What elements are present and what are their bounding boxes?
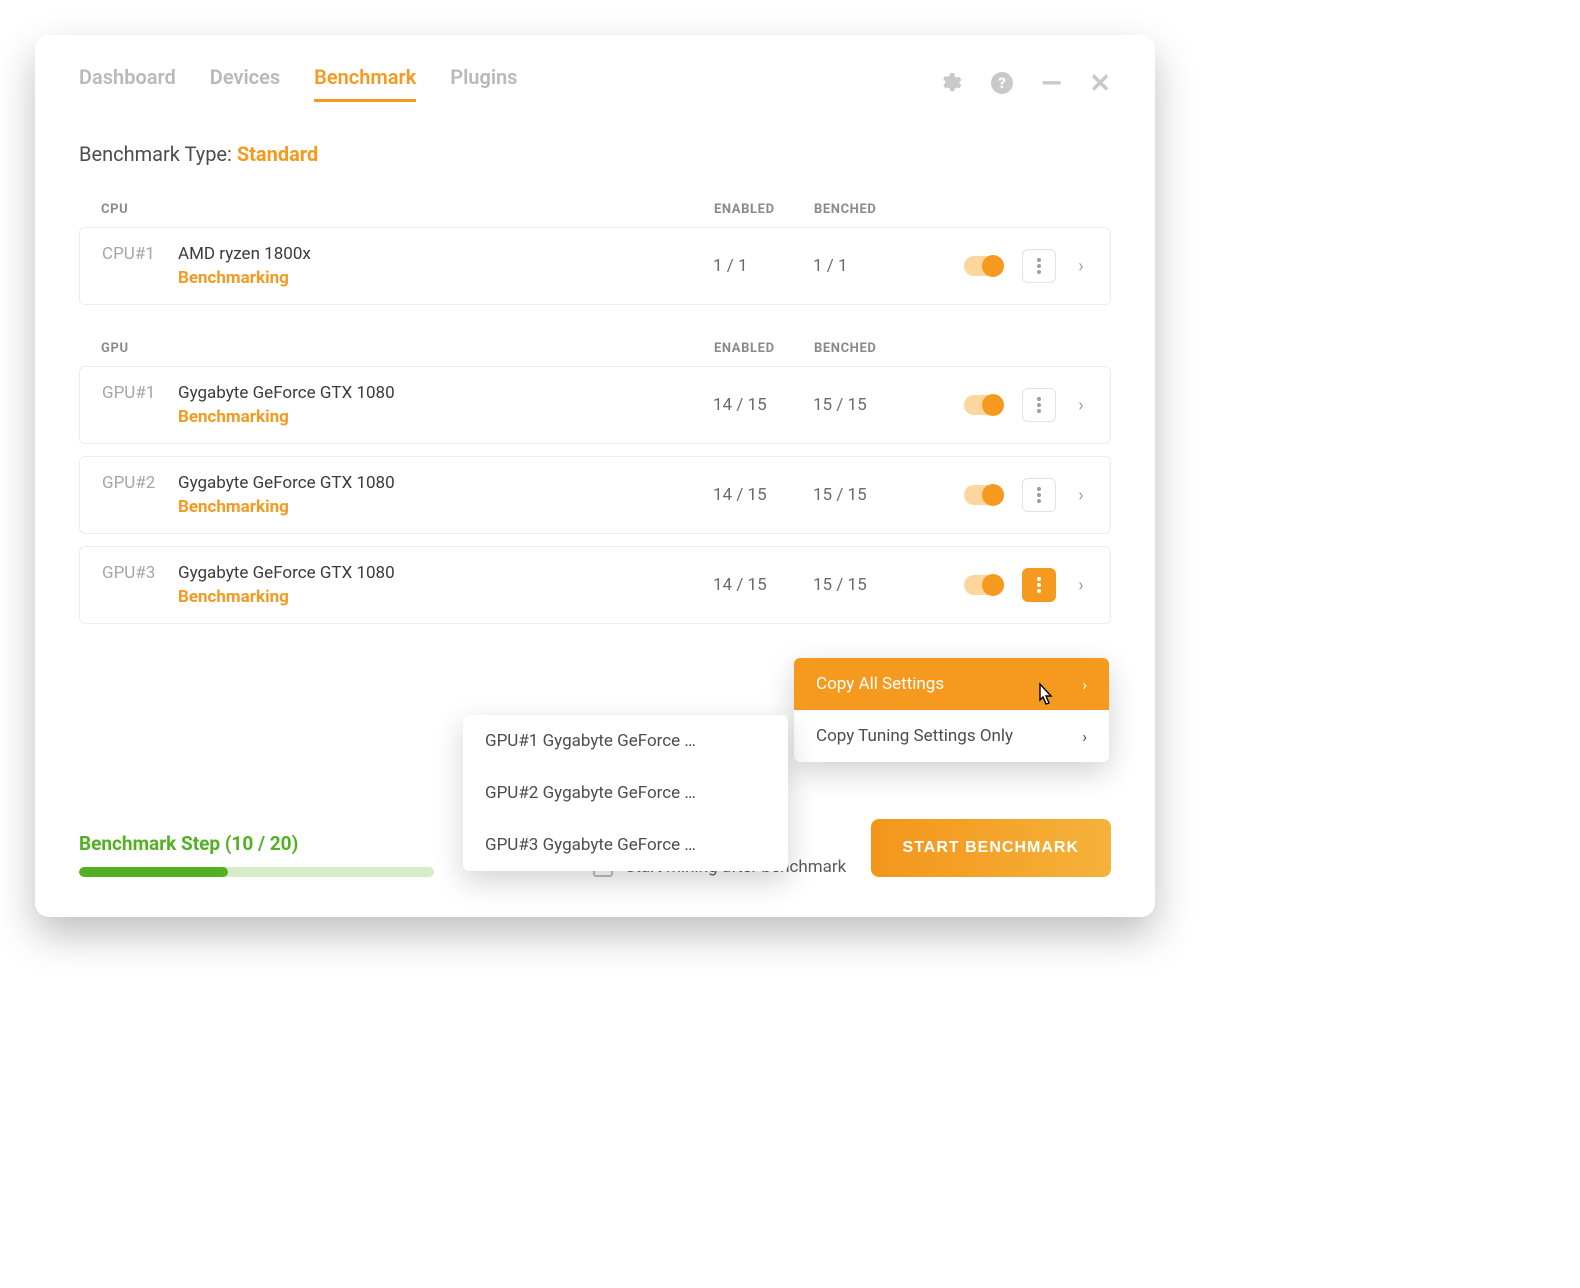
device-id: GPU#2 xyxy=(102,473,164,517)
tab-plugins[interactable]: Plugins xyxy=(450,65,517,102)
device-id: GPU#3 xyxy=(102,563,164,607)
enable-toggle[interactable] xyxy=(964,256,1004,276)
menu-item-label: GPU#1 Gygabyte GeForce … xyxy=(485,731,696,751)
menu-item-label: GPU#2 Gygabyte GeForce … xyxy=(485,783,696,803)
help-icon[interactable]: ? xyxy=(990,71,1014,95)
benched-header: BENCHED xyxy=(814,202,924,217)
device-name: AMD ryzen 1800x xyxy=(178,244,311,264)
close-icon[interactable]: ✕ xyxy=(1089,71,1111,97)
kebab-icon xyxy=(1037,258,1041,274)
device-state: Benchmarking xyxy=(178,587,395,607)
gpu-header-label: GPU xyxy=(101,341,714,356)
start-benchmark-button[interactable]: START BENCHMARK xyxy=(871,819,1111,877)
enabled-value: 14 / 15 xyxy=(713,575,813,595)
expand-icon[interactable]: › xyxy=(1074,485,1088,506)
gear-icon[interactable] xyxy=(938,71,962,95)
device-name: Gygabyte GeForce GTX 1080 xyxy=(178,383,395,403)
row-menu-button[interactable] xyxy=(1022,249,1056,283)
gpu-section-header: GPU ENABLED BENCHED xyxy=(79,341,1111,366)
chevron-right-icon: › xyxy=(1082,727,1087,746)
cpu-header-label: CPU xyxy=(101,202,714,217)
benchmark-type: Benchmark Type: Standard xyxy=(79,142,1111,166)
enable-toggle[interactable] xyxy=(964,395,1004,415)
expand-icon[interactable]: › xyxy=(1074,395,1088,416)
row-menu-button[interactable] xyxy=(1022,568,1056,602)
kebab-icon xyxy=(1037,487,1041,503)
app-window: Dashboard Devices Benchmark Plugins ? — … xyxy=(35,35,1155,917)
tab-devices[interactable]: Devices xyxy=(210,65,280,102)
enable-toggle[interactable] xyxy=(964,485,1004,505)
copy-target-gpu3[interactable]: GPU#3 Gygabyte GeForce … xyxy=(463,819,788,871)
benchmark-step-label: Benchmark Step (10 / 20) xyxy=(79,832,434,855)
gpu-row: GPU#1 Gygabyte GeForce GTX 1080 Benchmar… xyxy=(79,366,1111,444)
benchmark-type-value[interactable]: Standard xyxy=(237,142,318,166)
row-menu-button[interactable] xyxy=(1022,388,1056,422)
copy-target-menu: GPU#1 Gygabyte GeForce … GPU#2 Gygabyte … xyxy=(463,715,788,871)
svg-text:?: ? xyxy=(998,74,1006,92)
menu-item-label: Copy All Settings xyxy=(816,674,944,694)
enabled-header: ENABLED xyxy=(714,341,814,356)
copy-target-gpu2[interactable]: GPU#2 Gygabyte GeForce … xyxy=(463,767,788,819)
benchmark-progress: Benchmark Step (10 / 20) xyxy=(79,832,434,877)
top-bar: Dashboard Devices Benchmark Plugins ? — … xyxy=(79,65,1111,102)
enable-toggle[interactable] xyxy=(964,575,1004,595)
copy-settings-menu: Copy All Settings › Copy Tuning Settings… xyxy=(794,658,1109,762)
device-id: GPU#1 xyxy=(102,383,164,427)
benched-header: BENCHED xyxy=(814,341,924,356)
enabled-value: 14 / 15 xyxy=(713,485,813,505)
benched-value: 15 / 15 xyxy=(813,575,923,595)
copy-target-gpu1[interactable]: GPU#1 Gygabyte GeForce … xyxy=(463,715,788,767)
copy-tuning-settings[interactable]: Copy Tuning Settings Only › xyxy=(794,710,1109,762)
tab-dashboard[interactable]: Dashboard xyxy=(79,65,176,102)
cpu-row: CPU#1 AMD ryzen 1800x Benchmarking 1 / 1… xyxy=(79,227,1111,305)
device-state: Benchmarking xyxy=(178,497,395,517)
expand-icon[interactable]: › xyxy=(1074,256,1088,277)
gpu-row: GPU#3 Gygabyte GeForce GTX 1080 Benchmar… xyxy=(79,546,1111,624)
cpu-section-header: CPU ENABLED BENCHED xyxy=(79,202,1111,227)
tab-list: Dashboard Devices Benchmark Plugins xyxy=(79,65,517,102)
row-menu-button[interactable] xyxy=(1022,478,1056,512)
enabled-header: ENABLED xyxy=(714,202,814,217)
menu-item-label: GPU#3 Gygabyte GeForce … xyxy=(485,835,696,855)
window-controls: ? — ✕ xyxy=(938,71,1111,97)
copy-all-settings[interactable]: Copy All Settings › xyxy=(794,658,1109,710)
benched-value: 15 / 15 xyxy=(813,485,923,505)
device-name: Gygabyte GeForce GTX 1080 xyxy=(178,473,395,493)
benchmark-type-label: Benchmark Type: xyxy=(79,142,232,166)
minimize-icon[interactable]: — xyxy=(1042,71,1062,97)
benched-value: 1 / 1 xyxy=(813,256,923,276)
device-id: CPU#1 xyxy=(102,244,164,288)
chevron-right-icon: › xyxy=(1082,675,1087,694)
kebab-icon xyxy=(1037,577,1041,593)
progress-fill xyxy=(79,867,228,877)
progress-bar xyxy=(79,867,434,877)
tab-benchmark[interactable]: Benchmark xyxy=(314,65,416,102)
device-state: Benchmarking xyxy=(178,268,311,288)
expand-icon[interactable]: › xyxy=(1074,575,1088,596)
device-state: Benchmarking xyxy=(178,407,395,427)
device-name: Gygabyte GeForce GTX 1080 xyxy=(178,563,395,583)
kebab-icon xyxy=(1037,397,1041,413)
menu-item-label: Copy Tuning Settings Only xyxy=(816,726,1013,746)
enabled-value: 1 / 1 xyxy=(713,256,813,276)
gpu-row: GPU#2 Gygabyte GeForce GTX 1080 Benchmar… xyxy=(79,456,1111,534)
benched-value: 15 / 15 xyxy=(813,395,923,415)
enabled-value: 14 / 15 xyxy=(713,395,813,415)
